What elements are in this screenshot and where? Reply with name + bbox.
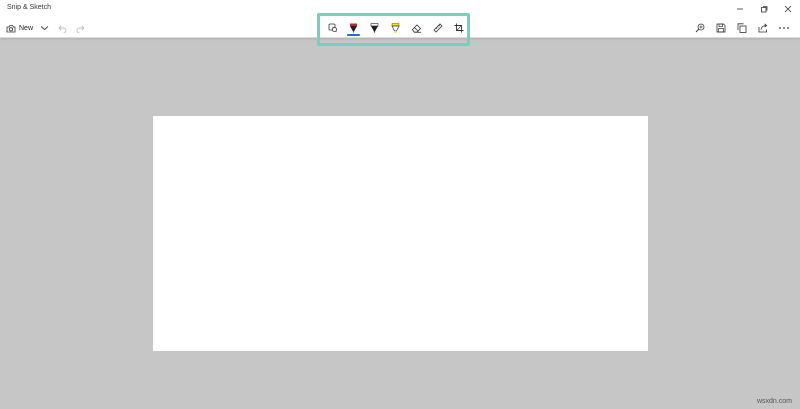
new-snip-label: New [19,24,34,32]
chevron-down-icon [40,26,48,31]
app-title: Snip & Sketch [7,4,51,11]
zoom-icon [695,23,704,33]
minimize-button[interactable] [728,0,752,18]
copy-button[interactable] [731,20,752,36]
share-icon [758,23,767,33]
save-icon [716,23,725,33]
undo-icon [57,25,66,33]
new-snip-button[interactable]: New [4,20,35,36]
restore-icon [761,6,768,13]
copy-icon [737,23,746,33]
save-button[interactable] [710,20,731,36]
snip-mode-dropdown[interactable] [35,20,53,36]
new-snip-icon [6,24,16,32]
redo-icon [76,25,85,33]
watermark-text: wsxdn.com [756,398,792,405]
more-options-button[interactable] [773,20,794,36]
close-button[interactable] [776,0,800,18]
maximize-button[interactable] [752,0,776,18]
snip-controls: New [4,20,89,36]
zoom-button[interactable] [689,20,710,36]
drawing-canvas[interactable] [153,116,648,351]
minimize-icon [737,8,743,10]
more-icon [778,27,789,29]
redo-button[interactable] [71,20,89,36]
annotation-tools-highlight [317,13,470,46]
undo-button[interactable] [53,20,71,36]
snip-actions [689,18,794,38]
close-icon [784,5,792,13]
window-controls [728,0,800,18]
snip-and-sketch-window: Snip & Sketch New wsxdn.com [0,0,800,409]
share-button[interactable] [752,20,773,36]
